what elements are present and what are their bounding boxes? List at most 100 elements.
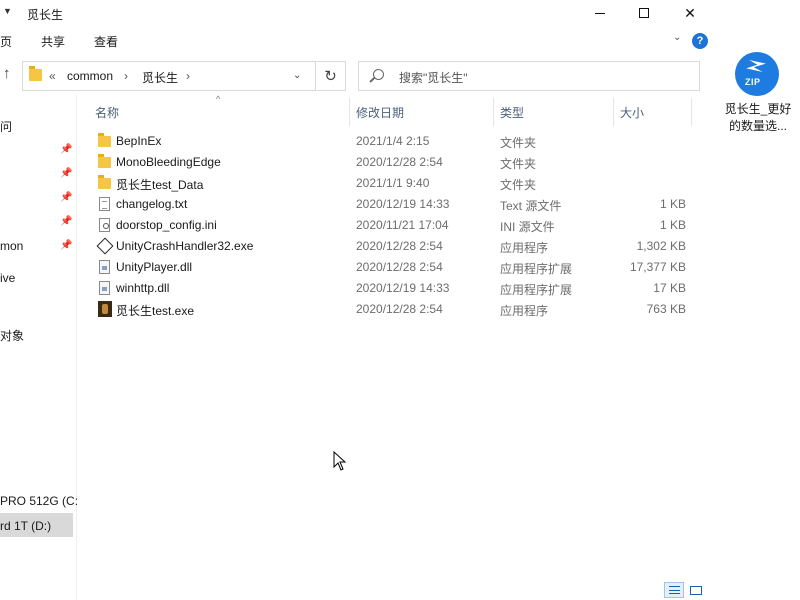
file-size: 763 KB xyxy=(646,302,686,316)
text-file-icon xyxy=(99,197,110,211)
file-size: 1,302 KB xyxy=(636,239,686,253)
file-name: UnityPlayer.dll xyxy=(116,260,193,274)
search-input[interactable]: 搜索"觅长生" xyxy=(358,61,700,91)
tab-share[interactable]: 共享 xyxy=(41,33,65,50)
file-row[interactable]: 觅长生test_Data 2021/1/1 9:40 文件夹 xyxy=(77,173,713,194)
large-icons-view-icon xyxy=(690,586,702,595)
file-type: 应用程序 xyxy=(500,304,549,318)
file-row[interactable]: 觅长生test.exe 2020/12/28 2:54 应用程序 763 KB xyxy=(77,299,713,320)
explorer-window: ▼ 觅长生 ✕ 页 共享 查看 ⌄ ? ↑ « common › 觅长生 › ⌄… xyxy=(0,0,713,600)
tab-view[interactable]: 查看 xyxy=(94,33,118,50)
address-dropdown-icon[interactable]: ⌄ xyxy=(293,70,301,81)
file-date: 2020/12/28 2:54 xyxy=(356,260,443,274)
pin-icon[interactable]: 📌 xyxy=(60,144,72,155)
column-header-date[interactable]: 修改日期 xyxy=(356,104,404,121)
file-type: INI 源文件 xyxy=(500,220,555,234)
expand-ribbon-icon[interactable]: ⌄ xyxy=(673,32,681,43)
breadcrumb-overflow[interactable]: « xyxy=(49,69,56,83)
file-date: 2020/11/21 17:04 xyxy=(356,218,449,232)
nav-item-drive-d[interactable]: rd 1T (D:) xyxy=(0,519,51,533)
file-size: 17,377 KB xyxy=(629,260,686,274)
file-date: 2020/12/28 2:54 xyxy=(356,302,443,316)
folder-icon xyxy=(29,66,42,81)
maximize-button[interactable] xyxy=(621,0,667,26)
pin-icon[interactable]: 📌 xyxy=(60,216,72,227)
nav-item[interactable]: mon xyxy=(0,239,23,253)
breadcrumb-current[interactable]: 觅长生 xyxy=(142,69,178,86)
column-header-type[interactable]: 类型 xyxy=(500,104,524,121)
title-bar: ▼ 觅长生 ✕ xyxy=(0,0,713,26)
nav-item[interactable]: 问 xyxy=(0,118,12,135)
file-name: UnityCrashHandler32.exe xyxy=(116,239,254,253)
file-name: MonoBleedingEdge xyxy=(116,155,221,169)
minimize-icon xyxy=(595,12,605,14)
file-size: 17 KB xyxy=(653,281,686,295)
up-arrow-icon[interactable]: ↑ xyxy=(3,65,11,82)
game-exe-icon xyxy=(98,301,112,317)
pin-icon[interactable]: 📌 xyxy=(60,192,72,203)
details-view-button[interactable] xyxy=(664,582,684,598)
nav-item-drive-c[interactable]: PRO 512G (C: xyxy=(0,494,78,508)
column-header-size[interactable]: 大小 xyxy=(620,104,644,121)
file-name: changelog.txt xyxy=(116,197,188,211)
file-name: BepInEx xyxy=(116,134,162,148)
unity-icon xyxy=(98,239,112,253)
column-divider[interactable] xyxy=(493,98,494,126)
zip-logo-icon xyxy=(745,60,767,72)
dll-file-icon xyxy=(99,281,110,295)
file-date: 2020/12/28 2:54 xyxy=(356,155,443,169)
column-divider[interactable] xyxy=(349,98,350,126)
dll-file-icon xyxy=(99,260,110,274)
desktop-icon-label[interactable]: 觅长生_更好的数量选... xyxy=(720,101,796,135)
address-bar[interactable]: « common › 觅长生 › ⌄ xyxy=(22,61,316,91)
refresh-button[interactable]: ↻ xyxy=(316,61,346,91)
file-type: 应用程序 xyxy=(500,241,549,255)
column-divider[interactable] xyxy=(691,98,692,126)
file-row[interactable]: UnityCrashHandler32.exe 2020/12/28 2:54 … xyxy=(77,236,713,257)
file-date: 2020/12/19 14:33 xyxy=(356,197,450,211)
file-date: 2021/1/4 2:15 xyxy=(356,134,430,148)
nav-item[interactable]: ive xyxy=(0,271,15,285)
folder-icon xyxy=(98,133,111,147)
file-row[interactable]: UnityPlayer.dll 2020/12/28 2:54 应用程序扩展 1… xyxy=(77,257,713,278)
file-type: 应用程序扩展 xyxy=(500,283,573,297)
large-icons-view-button[interactable] xyxy=(686,582,706,598)
file-size: 1 KB xyxy=(659,218,686,232)
file-type: 应用程序扩展 xyxy=(500,262,573,276)
search-placeholder: 搜索"觅长生" xyxy=(399,71,468,85)
quick-access-dropdown-icon[interactable]: ▼ xyxy=(3,6,12,16)
breadcrumb-separator[interactable]: › xyxy=(186,69,190,83)
refresh-icon: ↻ xyxy=(324,68,337,85)
file-row[interactable]: changelog.txt 2020/12/19 14:33 Text 源文件 … xyxy=(77,194,713,215)
zip-badge: ZIP xyxy=(745,77,761,87)
folder-icon xyxy=(98,154,111,168)
file-row[interactable]: MonoBleedingEdge 2020/12/28 2:54 文件夹 xyxy=(77,152,713,173)
window-title: 觅长生 xyxy=(27,8,64,22)
file-type: Text 源文件 xyxy=(500,199,562,213)
zip-archive-icon[interactable]: ZIP xyxy=(735,52,779,96)
breadcrumb-separator[interactable]: › xyxy=(124,69,128,83)
nav-item[interactable]: 对象 xyxy=(0,327,24,344)
file-date: 2021/1/1 9:40 xyxy=(356,176,430,190)
pin-icon[interactable]: 📌 xyxy=(60,168,72,179)
file-type: 文件夹 xyxy=(500,157,537,171)
breadcrumb-common[interactable]: common xyxy=(67,69,113,83)
file-list: ^ 名称 修改日期 类型 大小 BepInEx 2021/1/4 2:15 文件… xyxy=(77,94,713,580)
pin-icon[interactable]: 📌 xyxy=(60,240,72,251)
minimize-button[interactable] xyxy=(577,0,623,26)
file-name: 觅长生test.exe xyxy=(116,304,195,318)
file-type: 文件夹 xyxy=(500,136,537,150)
tab-home[interactable]: 页 xyxy=(0,33,12,50)
file-row[interactable]: winhttp.dll 2020/12/19 14:33 应用程序扩展 17 K… xyxy=(77,278,713,299)
details-view-icon xyxy=(669,586,680,594)
file-size: 1 KB xyxy=(659,197,686,211)
help-icon[interactable]: ? xyxy=(692,33,708,49)
file-row[interactable]: doorstop_config.ini 2020/11/21 17:04 INI… xyxy=(77,215,713,236)
file-name: 觅长生test_Data xyxy=(116,178,204,192)
file-row[interactable]: BepInEx 2021/1/4 2:15 文件夹 xyxy=(77,131,713,152)
column-header-name[interactable]: 名称 xyxy=(95,104,119,121)
file-name: doorstop_config.ini xyxy=(116,218,217,232)
close-button[interactable]: ✕ xyxy=(667,0,713,26)
folder-icon xyxy=(98,175,111,189)
column-divider[interactable] xyxy=(613,98,614,126)
